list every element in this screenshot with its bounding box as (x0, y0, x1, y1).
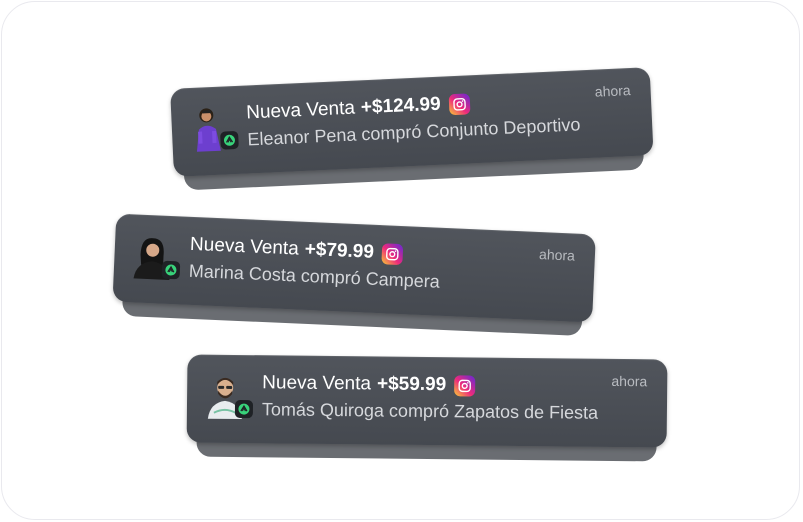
store-badge-icon (161, 260, 181, 280)
store-badge-icon (234, 399, 254, 419)
notification-title: Nueva Venta (262, 372, 372, 395)
sale-notification[interactable]: Nueva Venta +$124.99 Eleanor Pena compró… (170, 67, 654, 191)
instagram-icon (381, 242, 404, 265)
notification-description: Tomás Quiroga compró Zapatos de Fiesta (261, 399, 599, 423)
sale-notification[interactable]: Nueva Venta +$79.99 Marina Costa compró … (112, 213, 596, 336)
notification-title: Nueva Venta (245, 97, 356, 124)
sale-amount: +$79.99 (304, 238, 375, 263)
instagram-icon (454, 374, 476, 397)
sale-notification[interactable]: Nueva Venta +$59.99 Tomás Quiroga compró… (186, 354, 668, 462)
notification-title: Nueva Venta (189, 233, 300, 260)
store-badge-icon (220, 130, 239, 150)
notification-time: ahora (611, 372, 648, 390)
sale-amount: +$59.99 (376, 373, 447, 396)
sale-amount: +$124.99 (360, 93, 442, 119)
notification-time: ahora (538, 246, 576, 264)
instagram-icon (448, 92, 471, 115)
notification-card[interactable]: Nueva Venta +$59.99 Tomás Quiroga compró… (186, 354, 668, 448)
notification-time: ahora (594, 82, 631, 100)
